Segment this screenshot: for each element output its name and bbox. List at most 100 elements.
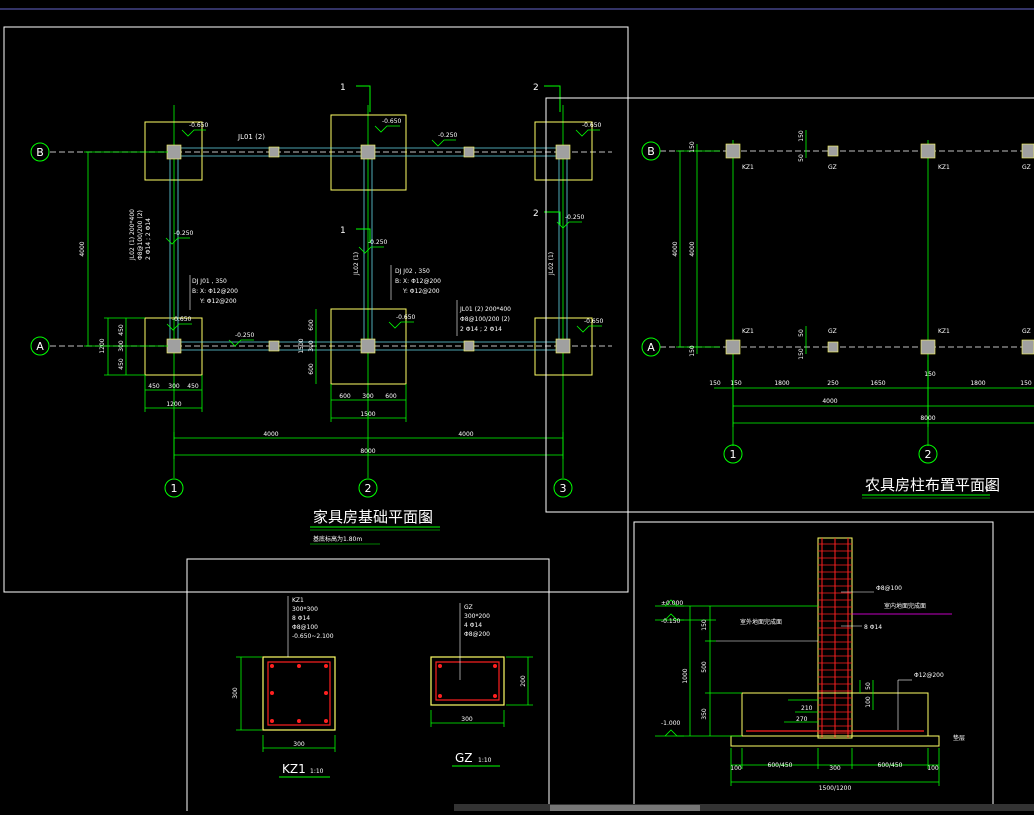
elevation-label: -0.250 [565, 214, 585, 221]
svg-text:Y: Φ12@200: Y: Φ12@200 [199, 298, 237, 305]
svg-text:300*200: 300*200 [464, 613, 490, 620]
dim-b100b: 100 [927, 765, 939, 772]
svg-text:Φ8@200: Φ8@200 [464, 631, 490, 638]
kz1-dim-h: 300 [232, 687, 239, 699]
svg-text:GZ: GZ [464, 604, 473, 611]
kz1-label: KZ1 [742, 164, 754, 171]
dim-150: 150 [798, 130, 805, 142]
dim-150-h1: 150 [709, 380, 721, 387]
dim-1650: 1650 [870, 380, 885, 387]
dim-210: 210 [801, 705, 813, 712]
beam-label-left-3: 2 Φ14 ; 2 Φ14 [145, 218, 152, 260]
dim-270: 270 [796, 716, 808, 723]
dim-1200-h: 1200 [166, 401, 181, 408]
gz-dim-h: 200 [520, 675, 527, 687]
elevation-label: -0.650 [396, 314, 416, 321]
outdoor-label: 室外地面完成面 [740, 618, 782, 626]
dim-600-b: 600 [308, 363, 315, 375]
elevation-label: -0.650 [172, 316, 192, 323]
dim-600-h1: 600 [339, 393, 351, 400]
beam-label-bottom-3: 2 Φ14 ; 2 Φ14 [460, 326, 502, 333]
dim-300-b: 300 [308, 340, 315, 352]
axis-label-2: 2 [365, 482, 372, 495]
dim-150-h4: 150 [1020, 380, 1032, 387]
kz1-dim-w: 300 [293, 741, 305, 748]
axis-label-a: A [647, 341, 655, 354]
svg-text:Φ8@100: Φ8@100 [292, 624, 318, 631]
gz-scale: 1:10 [478, 757, 492, 764]
dim-1200-v: 1200 [99, 338, 106, 353]
svg-text:B: X: Φ12@200: B: X: Φ12@200 [395, 278, 441, 285]
dim-b-total: 1500/1200 [819, 785, 852, 792]
beam-label-left: JL02 (1) 200*400 [129, 209, 136, 261]
elevation-label: -0.650 [584, 318, 604, 325]
elevation-label: -0.650 [382, 118, 402, 125]
dim-150: 150 [689, 141, 696, 153]
elevation-label: -0.650 [189, 122, 209, 129]
gz-label: GZ [1022, 164, 1031, 171]
gz-label: GZ [1022, 328, 1031, 335]
dim-4000-v2: 4000 [689, 241, 696, 256]
elevation-label: -0.650 [582, 122, 602, 129]
section-mark-1b: 1 [340, 226, 346, 236]
dim-600-a: 600 [308, 319, 315, 331]
dim-600-h2: 600 [385, 393, 397, 400]
dim-50: 50 [798, 154, 805, 162]
section-mark-1: 1 [340, 83, 346, 93]
elevation-label: -0.250 [235, 332, 255, 339]
dim-300-a: 300 [118, 340, 125, 352]
kz1-label: KZ1 [938, 164, 950, 171]
dim-450-h1: 450 [148, 383, 160, 390]
dim-1500-h: 1500 [360, 411, 375, 418]
elevation-label: -0.250 [368, 239, 388, 246]
gz-label: GZ [828, 328, 837, 335]
dim-4000-h2: 4000 [458, 431, 473, 438]
pad-label: 垫层 [953, 734, 965, 742]
gz-label: GZ [828, 164, 837, 171]
kz1-title: KZ1 [282, 762, 306, 776]
foundation-plan-scale: 60 [423, 517, 431, 524]
dim-50: 50 [798, 329, 805, 337]
dim-4000-v: 4000 [79, 241, 86, 256]
elevation-label: -0.250 [174, 230, 194, 237]
beam-label-bottom-2: Φ8@100/200 (2) [460, 316, 510, 323]
beam-label-bottom: JL01 (2) 200*400 [459, 306, 511, 313]
rebar-top-label: Φ8@100 [876, 585, 902, 592]
elev-bot: -1.000 [661, 720, 681, 727]
cad-drawing: B A 1 2 3 1 2 1 2 -0.650 -0.650 -0.250 -… [0, 0, 1034, 811]
section-mark-2b: 2 [533, 209, 539, 219]
status-strip [454, 804, 1034, 811]
svg-text:KZ1: KZ1 [292, 597, 304, 604]
dim-150-h3: 150 [924, 371, 936, 378]
dim-b100a: 100 [730, 765, 742, 772]
dim-4000-v: 4000 [672, 241, 679, 256]
dim-50: 50 [865, 682, 872, 690]
rebar-mid-label: 8 Φ14 [864, 624, 882, 631]
beam-label-top: JL01 (2) [237, 133, 265, 141]
foundation-plan-title: 家具房基础平面图 [313, 508, 433, 526]
dim-1800-b: 1800 [970, 380, 985, 387]
svg-text:300*300: 300*300 [292, 606, 318, 613]
dim-250: 250 [827, 380, 839, 387]
dim-1800-a: 1800 [774, 380, 789, 387]
dim-450-h2: 450 [187, 383, 199, 390]
axis-label-3: 3 [560, 482, 567, 495]
column-plan-title: 农具房柱布置平面图 [865, 476, 1000, 494]
kz1-label: KZ1 [938, 328, 950, 335]
svg-text:DJ J02 , 350: DJ J02 , 350 [395, 268, 430, 275]
dim-500: 500 [701, 661, 708, 673]
axis-label-b: B [36, 146, 44, 159]
dim-150-h2: 150 [730, 380, 742, 387]
cad-drawing-canvas[interactable]: B A 1 2 3 1 2 1 2 -0.650 -0.650 -0.250 -… [0, 0, 1034, 811]
dim-150: 150 [701, 619, 708, 631]
foundation-plan-note: 基底标高为1.80m [313, 535, 362, 543]
elevation-label: -0.250 [438, 132, 458, 139]
axis-label-b: B [647, 145, 655, 158]
svg-text:4 Φ14: 4 Φ14 [464, 622, 482, 629]
dim-350: 350 [701, 708, 708, 720]
column-plan-scale: 60 [985, 485, 993, 492]
scrollbar-thumb[interactable] [550, 805, 700, 811]
axis-label-1: 1 [730, 448, 737, 461]
dim-1500-v: 1500 [298, 338, 305, 353]
axis-label-a: A [36, 340, 44, 353]
